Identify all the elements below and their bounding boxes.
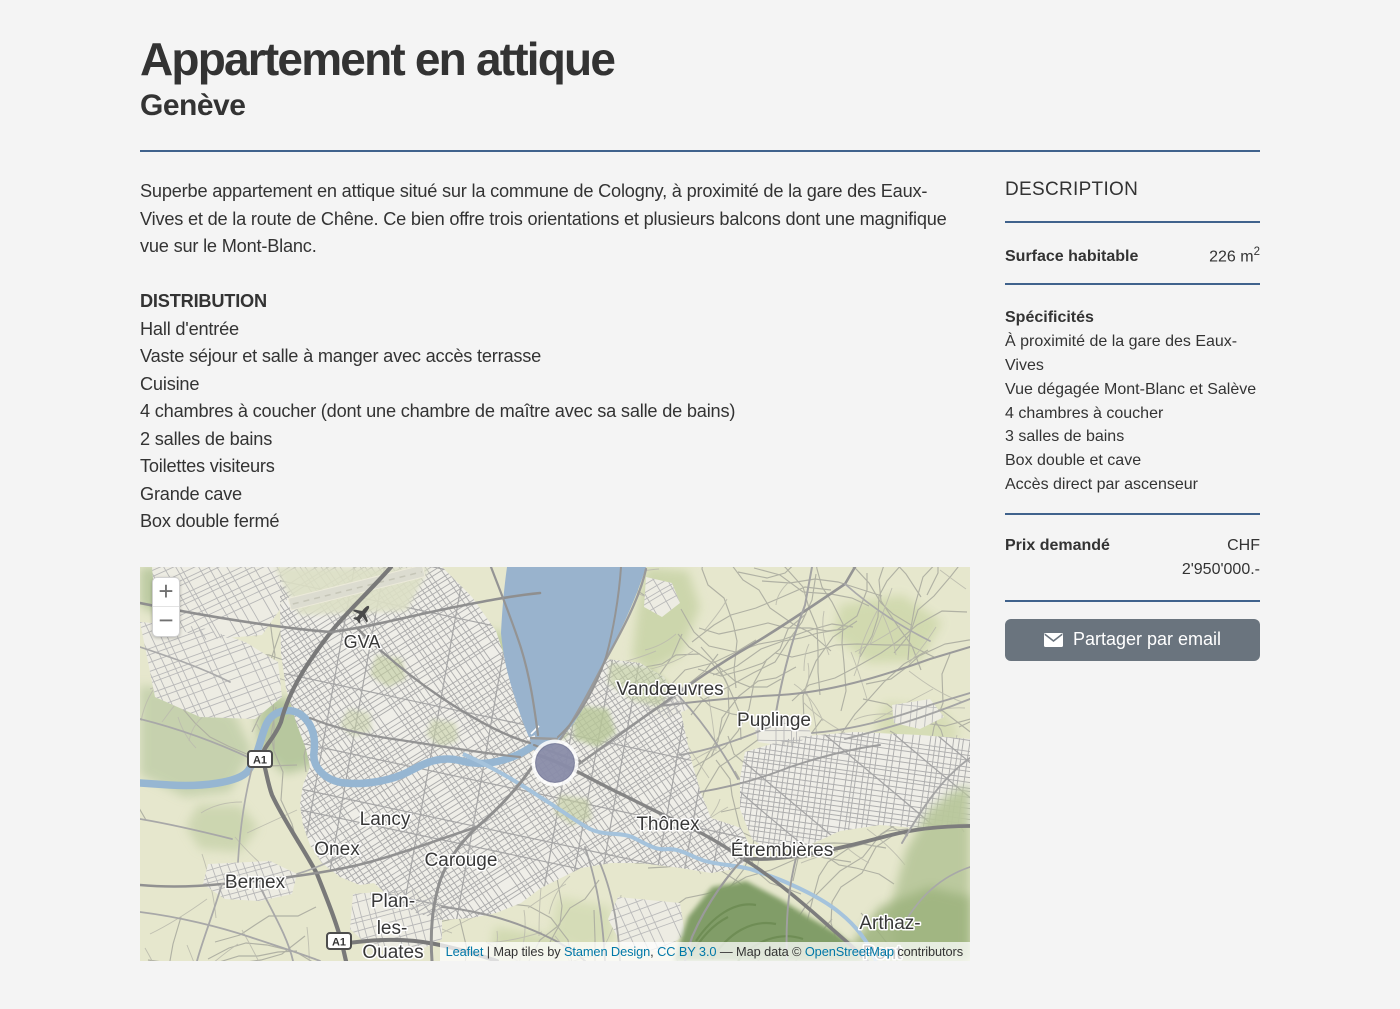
svg-text:GVA: GVA (344, 632, 381, 652)
svg-text:Vandœuvres: Vandœuvres (616, 679, 723, 700)
svg-text:A1: A1 (253, 754, 267, 766)
svg-text:les-: les- (377, 918, 408, 939)
svg-text:Étrembières: Étrembières (731, 840, 833, 861)
svg-text:Thônex: Thônex (636, 814, 700, 835)
svg-text:Onex: Onex (314, 839, 360, 860)
svg-text:Lancy: Lancy (360, 809, 411, 830)
svg-text:Arthaz-: Arthaz- (859, 913, 920, 934)
svg-text:Plan-: Plan- (371, 891, 415, 912)
svg-text:Bernex: Bernex (225, 872, 286, 893)
svg-text:Ouates: Ouates (362, 942, 423, 961)
svg-text:Puplinge: Puplinge (737, 710, 811, 731)
svg-text:A1: A1 (332, 936, 346, 948)
svg-text:Carouge: Carouge (425, 850, 498, 871)
